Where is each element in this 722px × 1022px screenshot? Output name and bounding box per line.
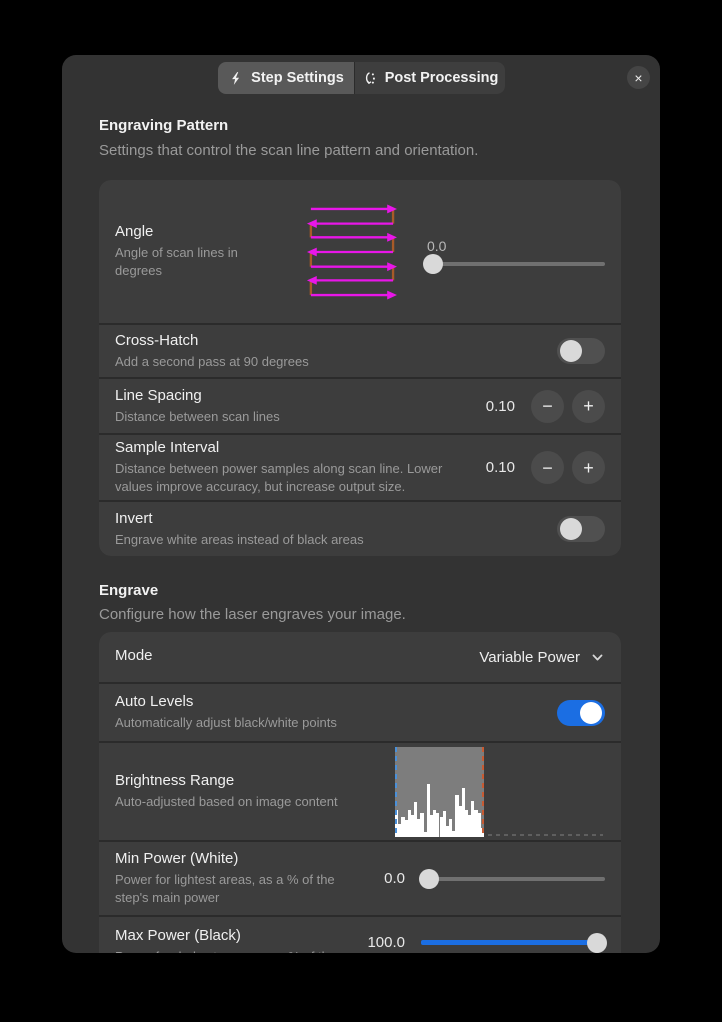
lightning-icon [228,71,243,86]
engrave-section-subtitle: Configure how the laser engraves your im… [99,606,406,623]
invert-desc: Engrave white areas instead of black are… [115,531,557,549]
brightness-range-title: Brightness Range [115,772,383,789]
engrave-card: Mode Variable Power Auto Levels Automati… [99,632,621,953]
step-settings-dialog: Step Settings Post Processing × Engravin… [62,55,660,953]
sample-interval-plus-button[interactable]: + [572,451,605,484]
max-power-title: Max Power (Black) [115,927,367,944]
plus-icon: + [583,397,594,415]
max-power-slider[interactable] [421,940,605,945]
close-icon: × [634,71,642,85]
min-power-row: Min Power (White) Power for lightest are… [99,842,621,915]
cross-hatch-row: Cross-Hatch Add a second pass at 90 degr… [99,325,621,377]
invert-row: Invert Engrave white areas instead of bl… [99,502,621,556]
angle-title: Angle [115,223,267,240]
cross-hatch-toggle[interactable] [557,338,605,364]
minus-icon: − [542,459,553,477]
pattern-section-title: Engraving Pattern [99,117,228,134]
min-power-slider[interactable] [421,877,605,881]
sample-interval-minus-button[interactable]: − [531,451,564,484]
mode-row[interactable]: Mode Variable Power [99,632,621,682]
max-power-desc: Power for darkest areas, as a % of the [115,948,353,953]
minus-icon: − [542,397,553,415]
tab-bar: Step Settings Post Processing [218,62,505,94]
brightness-range-desc: Auto-adjusted based on image content [115,793,383,811]
histogram-high-marker [482,747,484,837]
engrave-section-title: Engrave [99,582,158,599]
line-spacing-plus-button[interactable]: + [572,390,605,423]
histogram-residual-line [488,834,603,836]
tab-post-processing[interactable]: Post Processing [355,62,505,94]
histogram-bars [395,747,484,837]
tab-step-settings[interactable]: Step Settings [218,62,354,94]
invert-toggle[interactable] [557,516,605,542]
brightness-histogram [395,747,605,837]
auto-levels-desc: Automatically adjust black/white points [115,714,557,732]
min-power-title: Min Power (White) [115,850,384,867]
process-icon [362,71,377,86]
line-spacing-minus-button[interactable]: − [531,390,564,423]
min-power-desc: Power for lightest areas, as a % of the … [115,871,353,906]
auto-levels-title: Auto Levels [115,693,557,710]
max-power-slider-handle[interactable] [587,933,607,953]
sample-interval-title: Sample Interval [115,439,486,456]
sample-interval-value: 0.10 [486,459,515,476]
invert-title: Invert [115,510,557,527]
sample-interval-row: Sample Interval Distance between power s… [99,435,621,500]
line-spacing-value: 0.10 [486,398,515,415]
mode-title: Mode [115,647,479,664]
scan-pattern-graphic [305,202,399,302]
auto-levels-row: Auto Levels Automatically adjust black/w… [99,684,621,741]
tab-post-label: Post Processing [385,70,499,86]
plus-icon: + [583,459,594,477]
angle-row: Angle Angle of scan lines in degrees 0. [99,180,621,323]
angle-slider-value: 0.0 [427,238,605,254]
cross-hatch-title: Cross-Hatch [115,332,557,349]
min-power-value: 0.0 [384,870,405,887]
cross-hatch-desc: Add a second pass at 90 degrees [115,353,557,371]
max-power-row: Max Power (Black) Power for darkest area… [99,917,621,953]
angle-slider-handle[interactable] [423,254,443,274]
auto-levels-toggle[interactable] [557,700,605,726]
sample-interval-desc: Distance between power samples along sca… [115,460,467,495]
line-spacing-row: Line Spacing Distance between scan lines… [99,379,621,433]
brightness-range-row: Brightness Range Auto-adjusted based on … [99,743,621,840]
chevron-down-icon [590,650,605,665]
max-power-value: 100.0 [367,934,405,951]
min-power-slider-handle[interactable] [419,869,439,889]
tab-step-label: Step Settings [251,70,344,86]
line-spacing-desc: Distance between scan lines [115,408,486,426]
histogram-low-marker [395,747,397,837]
line-spacing-title: Line Spacing [115,387,486,404]
pattern-card: Angle Angle of scan lines in degrees 0. [99,180,621,556]
mode-value: Variable Power [479,649,580,666]
angle-slider[interactable] [425,262,605,266]
angle-desc: Angle of scan lines in degrees [115,244,267,279]
pattern-section-subtitle: Settings that control the scan line patt… [99,142,478,159]
close-button[interactable]: × [627,66,650,89]
